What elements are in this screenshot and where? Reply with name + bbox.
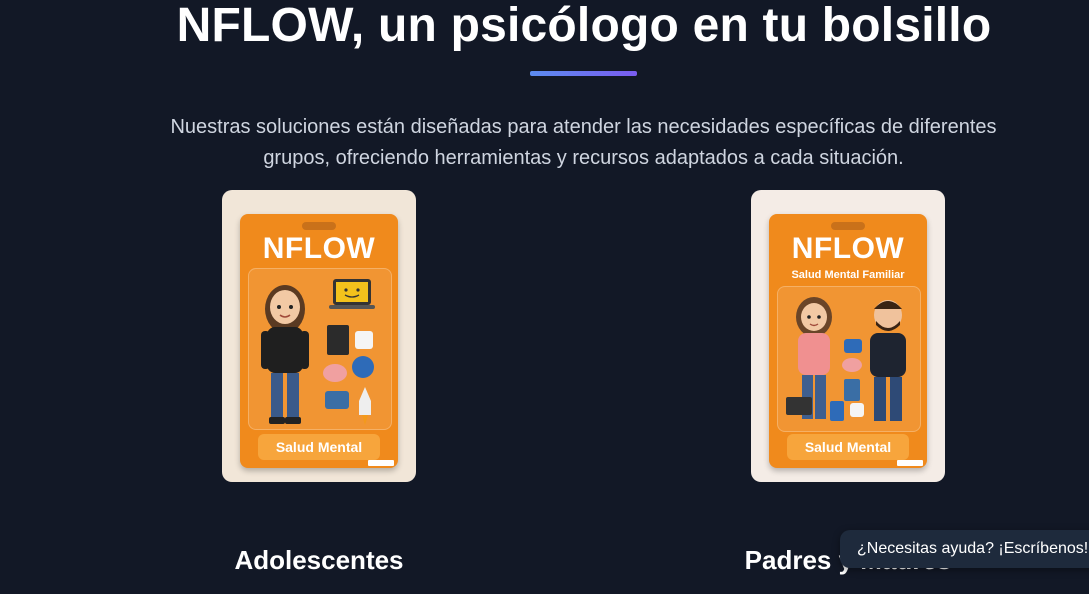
toy-package: NFLOW Salud Mental Familiar Salud Mental	[769, 214, 927, 468]
package-mini-tag	[897, 460, 923, 466]
product-image-adolescentes[interactable]: NFLOW Salud Mental	[222, 190, 416, 482]
package-label: Salud Mental	[258, 434, 380, 460]
package-label: Salud Mental	[787, 434, 909, 460]
subtitle-line-1: Nuestras soluciones están diseñadas para…	[170, 116, 997, 138]
subtitle-line-2: grupos, ofreciendo herramientas y recurs…	[263, 147, 904, 169]
package-hang-tab	[831, 222, 865, 230]
page-subtitle: Nuestras soluciones están diseñadas para…	[120, 112, 1047, 174]
package-blister	[777, 286, 921, 432]
teen-figure-illustration	[261, 279, 375, 425]
product-image-padres-y-madres[interactable]: NFLOW Salud Mental Familiar Salud Mental	[751, 190, 945, 482]
package-brand: NFLOW	[262, 232, 376, 265]
package-tagline: Salud Mental Familiar	[791, 269, 905, 281]
help-chat-button[interactable]: ¿Necesitas ayuda? ¡Escríbenos!	[840, 530, 1089, 568]
toy-package: NFLOW Salud Mental	[240, 214, 398, 468]
package-blister	[248, 268, 392, 430]
parents-figures-illustration	[786, 297, 906, 421]
package-hang-tab	[302, 222, 336, 230]
package-brand: NFLOW	[791, 232, 905, 265]
card-title-adolescentes: Adolescentes	[234, 545, 404, 575]
title-accent-bar	[530, 71, 637, 76]
page-title: NFLOW, un psicólogo en tu bolsillo	[176, 0, 992, 52]
package-mini-tag	[368, 460, 394, 466]
